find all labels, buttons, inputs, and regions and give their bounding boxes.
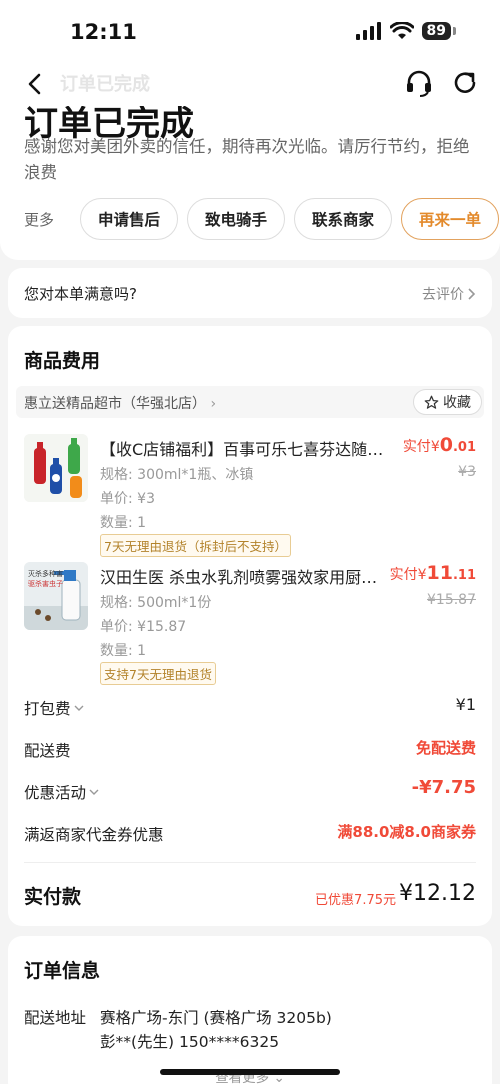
order-info-title: 订单信息 (24, 960, 101, 982)
voucher-label: 满返商家代金券优惠 (24, 826, 164, 844)
more-button[interactable]: 更多 (24, 209, 68, 230)
packing-fee-label: 打包费 (24, 700, 71, 718)
product-spec: 规格: 300ml*1瓶、冰镇 (100, 467, 254, 483)
back-button[interactable] (20, 66, 50, 102)
promo-row[interactable]: 优惠活动 -¥7.75 (24, 777, 476, 806)
action-bar: 更多 申请售后 致电骑手 联系商家 再来一单 (24, 198, 500, 240)
product-quantity: 数量: 1 (100, 515, 147, 531)
image-caption: 驱杀害虫子 (28, 579, 63, 588)
recipient-line: 彭**(先生) 150****6325 (100, 1033, 280, 1051)
total-label: 实付款 (24, 886, 82, 908)
goods-section-title: 商品费用 (24, 350, 101, 372)
product-image-spray: 灭杀多种害 驱杀害虫子 (24, 562, 88, 630)
paid-label: 实付 (389, 567, 418, 583)
paid-label: 实付 (402, 439, 431, 455)
image-caption: 灭杀多种害 (28, 569, 63, 578)
product-unit-price: 单价: ¥15.87 (100, 619, 187, 635)
product-spec: 规格: 500ml*1份 (100, 595, 212, 611)
delivery-fee-row: 配送费 免配送费 (24, 736, 476, 764)
original-price: ¥15.87 (427, 592, 476, 608)
thank-you-message: 感谢您对美团外卖的信任，期待再次光临。请厉行节约，拒绝浪费 (24, 137, 470, 182)
rate-link[interactable]: 去评价 (422, 284, 476, 304)
refresh-icon (454, 72, 476, 93)
address-line: 赛格广场-东门 (赛格广场 3205b) (100, 1009, 332, 1027)
product-title: 【收C店铺福利】百事可乐七喜芬达随机发货 (100, 440, 390, 459)
home-indicator (160, 1069, 340, 1075)
paid-dec: .11 (452, 568, 476, 583)
packing-fee-row[interactable]: 打包费 ¥1 (24, 694, 476, 722)
product-unit-price: 单价: ¥3 (100, 491, 155, 507)
spray-bottle-image: 灭杀多种害 驱杀害虫子 (24, 562, 88, 630)
satisfaction-card[interactable]: 您对本单满意吗? 去评价 (8, 268, 492, 318)
voucher-value: 满88.0减8.0商家券 (337, 823, 476, 841)
after-sale-button[interactable]: 申请售后 (80, 198, 179, 240)
order-info-card: 订单信息 配送地址 赛格广场-东门 (赛格广场 3205b) 彭**(先生) 1… (8, 936, 492, 1084)
total-value: ¥12.12 (399, 881, 476, 906)
paid-dec: .01 (452, 440, 476, 455)
paid-price: 实付¥0.01 (403, 434, 476, 456)
total-saved: 已优惠7.75元 (315, 893, 396, 908)
paid-price: 实付¥11.11 (390, 562, 476, 584)
headset-icon (407, 70, 431, 97)
battery-indicator: 89 (421, 22, 451, 40)
chevron-right-icon (468, 288, 476, 300)
promo-label: 优惠活动 (24, 784, 87, 802)
paid-currency: ¥ (430, 439, 440, 455)
return-policy-tag: 支持7天无理由退货 (100, 662, 216, 685)
wifi-icon (389, 22, 414, 39)
paid-currency: ¥ (417, 567, 427, 583)
product-image-soda (24, 434, 88, 502)
address-label: 配送地址 (24, 1009, 87, 1027)
product-title: 汉田生医 杀虫水乳剂喷雾强效家用厨房蟑螂 (100, 568, 390, 587)
reorder-button[interactable]: 再来一单 (401, 198, 500, 240)
battery-tip (453, 27, 456, 35)
nav-title: 订单已完成 (60, 74, 150, 95)
delivery-fee-label: 配送费 (24, 742, 71, 760)
favorite-button[interactable]: 收藏 (413, 389, 482, 415)
chevron-right-icon: › (210, 396, 217, 412)
chevron-down-icon (89, 789, 99, 795)
status-bar: 12:11 89 (0, 0, 500, 62)
favorite-label: 收藏 (443, 395, 471, 411)
customer-service-button[interactable] (404, 68, 434, 102)
promo-value: -¥7.75 (411, 777, 476, 798)
voucher-row: 满返商家代金券优惠 满88.0减8.0商家券 (24, 820, 476, 848)
delivery-fee-value: 免配送费 (415, 739, 476, 757)
call-rider-button[interactable]: 致电骑手 (187, 198, 286, 240)
contact-merchant-button[interactable]: 联系商家 (294, 198, 393, 240)
divider (24, 862, 476, 863)
satisfaction-question: 您对本单满意吗? (24, 285, 137, 303)
signal-icon (355, 22, 381, 40)
paid-int: 11 (426, 562, 453, 584)
original-price: ¥3 (458, 464, 476, 480)
goods-fee-card: 商品费用 惠立送精品超市（华强北店） › 收藏 【收C店铺福利】百事可乐七喜芬达… (8, 326, 492, 926)
product-quantity: 数量: 1 (100, 643, 147, 659)
refresh-button[interactable] (450, 68, 480, 102)
chevron-left-icon (28, 73, 41, 95)
chevron-down-icon (74, 705, 84, 711)
paid-int: 0 (439, 434, 453, 456)
rate-link-label: 去评价 (422, 287, 464, 303)
return-policy-tag: 7天无理由退货（拆封后不支持） (100, 534, 291, 557)
star-icon (424, 395, 439, 409)
status-time: 12:11 (70, 20, 137, 44)
nav-bar: 订单已完成 (0, 62, 500, 106)
packing-fee-value: ¥1 (455, 695, 476, 714)
store-name: 惠立送精品超市（华强北店） (24, 396, 206, 412)
goods-item[interactable]: 【收C店铺福利】百事可乐七喜芬达随机发货 规格: 300ml*1瓶、冰镇 单价:… (24, 434, 476, 557)
store-bar[interactable]: 惠立送精品超市（华强北店） › 收藏 (16, 386, 484, 418)
soda-bottles-image (24, 434, 88, 502)
goods-item[interactable]: 灭杀多种害 驱杀害虫子 汉田生医 杀虫水乳剂喷雾强效家用厨房蟑螂 规格: 500… (24, 562, 476, 685)
